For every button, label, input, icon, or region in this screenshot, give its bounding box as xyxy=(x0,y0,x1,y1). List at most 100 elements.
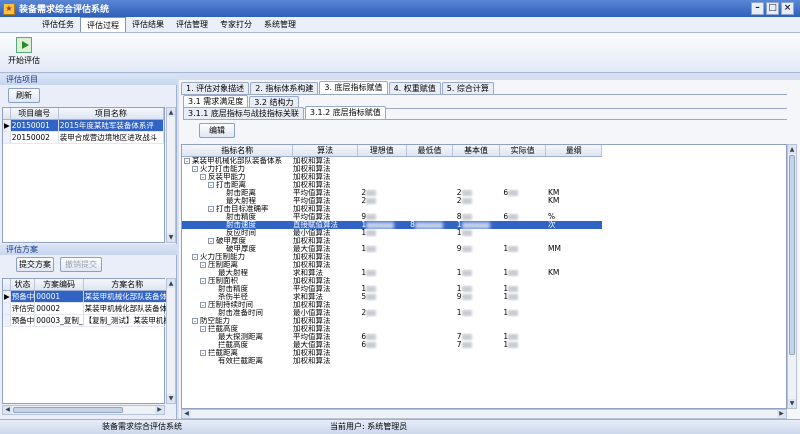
tree-row[interactable]: - 压制距离 加权和算法 xyxy=(182,261,602,269)
tree-row[interactable]: - 破甲厚度 加权和算法 xyxy=(182,237,602,245)
schemes-vscroll[interactable]: ▲ ▼ xyxy=(166,278,176,404)
index-name: 某装甲机械化部队装备体系 xyxy=(192,156,282,165)
col-unit: 量纲 xyxy=(545,145,602,157)
tree-vscroll[interactable]: ▲ ▼ xyxy=(787,144,797,409)
tree-row[interactable]: - 拦截高度 加权和算法 xyxy=(182,325,602,333)
tab-comprehensive-calc[interactable]: 5. 综合计算 xyxy=(441,82,494,94)
collapse-toggle-icon[interactable]: - xyxy=(184,158,190,165)
collapse-toggle-icon[interactable]: - xyxy=(200,278,206,285)
scroll-thumb[interactable] xyxy=(789,155,795,355)
scroll-right-icon[interactable]: ▶ xyxy=(155,406,164,414)
tree-row[interactable]: 射击距离 平均值算法 2 2 6 KM xyxy=(182,189,602,197)
tree-row[interactable]: - 火力压制能力 加权和算法 xyxy=(182,253,602,261)
scroll-right-icon[interactable]: ▶ xyxy=(777,410,786,418)
redacted-value-mark xyxy=(461,190,472,196)
collapse-toggle-icon[interactable]: - xyxy=(208,238,214,245)
algorithm-cell: 加权和算法 xyxy=(292,261,331,269)
tab-bottom-index-assign[interactable]: 3.1.2 底层指标赋值 xyxy=(304,106,386,119)
tree-row[interactable]: - 拦截距离 加权和算法 xyxy=(182,349,602,357)
scroll-up-icon[interactable]: ▲ xyxy=(167,108,175,117)
menu-eval-result[interactable]: 评估结果 xyxy=(126,17,170,32)
col-ideal-value: 理想值 xyxy=(357,145,407,157)
edit-button[interactable]: 编辑 xyxy=(199,123,235,138)
tree-row[interactable]: 射击精度 平均值算法 9 8 6% xyxy=(182,213,602,221)
menu-eval-manage[interactable]: 评估管理 xyxy=(170,17,214,32)
submit-scheme-button[interactable]: 提交方案 xyxy=(16,257,54,272)
collapse-toggle-icon[interactable]: - xyxy=(200,326,206,333)
menu-system-manage[interactable]: 系统管理 xyxy=(258,17,302,32)
tree-row[interactable]: - 压制面积 加权和算法 xyxy=(182,277,602,285)
scroll-down-icon[interactable]: ▼ xyxy=(167,233,175,242)
tree-row[interactable]: 拦截高度 最大值算法 6 7 1 xyxy=(182,341,602,349)
unit-cell: KM xyxy=(547,197,560,205)
tree-row[interactable]: 最大射程 平均值算法 2 2 KM xyxy=(182,197,602,205)
redacted-value-mark xyxy=(461,246,472,252)
menu-eval-process[interactable]: 评估过程 xyxy=(80,17,126,32)
scroll-up-icon[interactable]: ▲ xyxy=(167,279,175,288)
col-index-name: 指标名称 xyxy=(182,145,294,157)
menu-expert-score[interactable]: 专家打分 xyxy=(214,17,258,32)
tree-row[interactable]: - 打击目标准确率 加权和算法 xyxy=(182,205,602,213)
tab-weight-assign[interactable]: 4. 权重赋值 xyxy=(388,82,441,94)
tree-row[interactable]: 射击精度 平均值算法 1 1 1 xyxy=(182,285,602,293)
tree-row[interactable]: 射击准备时间 最小值算法 2 1 1 xyxy=(182,309,602,317)
collapse-toggle-icon[interactable]: - xyxy=(200,262,206,269)
minimize-button[interactable]: – xyxy=(751,2,764,15)
refresh-button[interactable]: 刷新 xyxy=(8,88,40,103)
unit-cell: MM xyxy=(547,245,561,253)
scheme-row[interactable]: 预备中 00003_复制_ 【复制_测试】某装甲机械 xyxy=(3,314,172,327)
tree-row[interactable]: 射击速度 直接赋值算法 1 8 1 次 xyxy=(182,221,602,229)
tree-row[interactable]: - 打击距离 加权和算法 xyxy=(182,181,602,189)
tree-row[interactable]: 最大射程 求和算法 1 1 1 KM xyxy=(182,269,602,277)
redacted-value-mark xyxy=(366,246,377,252)
window-title: 装备需求综合评估系统 xyxy=(19,5,110,15)
scroll-down-icon[interactable]: ▼ xyxy=(167,394,175,403)
scroll-left-icon[interactable]: ◀ xyxy=(182,410,191,418)
algorithm-cell: 加权和算法 xyxy=(292,325,331,333)
tab-link-tech-index[interactable]: 3.1.1 底层指标与战技指标关联 xyxy=(183,107,304,119)
tree-row[interactable]: - 某装甲机械化部队装备体系 加权和算法 xyxy=(182,157,602,166)
tab-object-desc[interactable]: 1. 评估对象描述 xyxy=(181,82,250,94)
tree-row[interactable]: 有效拦截距离 加权和算法 xyxy=(182,357,602,365)
close-button[interactable]: × xyxy=(781,2,794,15)
tab-index-build[interactable]: 2. 指标体系构建 xyxy=(250,82,319,94)
tree-row[interactable]: 破甲厚度 最大值算法 1 9 1 MM xyxy=(182,245,602,253)
scroll-thumb[interactable] xyxy=(13,407,123,413)
collapse-toggle-icon[interactable]: - xyxy=(200,174,206,181)
schemes-grid: 状态 方案编码 方案名称 ▶ 预备中 00001 某装甲机械化部队装备体 评估完… xyxy=(2,278,172,404)
scroll-left-icon[interactable]: ◀ xyxy=(3,406,12,414)
algorithm-cell: 最小值算法 xyxy=(292,229,331,237)
collapse-toggle-icon[interactable]: - xyxy=(200,302,206,309)
project-row[interactable]: 20150002 装甲合成营边境地区进攻战斗 xyxy=(3,131,165,144)
tree-row[interactable]: - 压制持续时间 加权和算法 xyxy=(182,301,602,309)
withdraw-submit-button[interactable]: 撤销提交 xyxy=(60,257,102,272)
scheme-row[interactable]: ▶ 预备中 00001 某装甲机械化部队装备体 xyxy=(3,290,172,303)
scroll-down-icon[interactable]: ▼ xyxy=(788,399,796,408)
projects-vscroll[interactable]: ▲ ▼ xyxy=(166,107,176,243)
schemes-hscroll[interactable]: ◀ ▶ xyxy=(2,405,165,415)
tree-row[interactable]: 杀伤半径 求和算法 5 9 1 xyxy=(182,293,602,301)
tree-row[interactable]: - 反装甲能力 加权和算法 xyxy=(182,173,602,181)
scroll-up-icon[interactable]: ▲ xyxy=(788,145,796,154)
collapse-toggle-icon[interactable]: - xyxy=(192,166,198,173)
unit-cell xyxy=(546,349,602,357)
collapse-toggle-icon[interactable]: - xyxy=(200,350,206,357)
redacted-value-mark xyxy=(508,270,519,276)
scheme-row[interactable]: 评估完 00002 某装甲机械化部队装备体 xyxy=(3,302,172,315)
tree-row[interactable]: 反应时间 最小值算法 1 1 xyxy=(182,229,602,237)
tree-row[interactable]: 最大探测距离 平均值算法 6 7 1 xyxy=(182,333,602,341)
tab-bottom-assign[interactable]: 3. 底层指标赋值 xyxy=(319,81,388,94)
tree-row[interactable]: - 火力打击能力 加权和算法 xyxy=(182,165,602,173)
collapse-toggle-icon[interactable]: - xyxy=(208,182,214,189)
col-scheme-code: 方案编码 xyxy=(34,279,84,291)
tree-hscroll[interactable]: ◀ ▶ xyxy=(181,409,787,419)
collapse-toggle-icon[interactable]: - xyxy=(208,206,214,213)
maximize-button[interactable]: □ xyxy=(766,2,779,15)
collapse-toggle-icon[interactable]: - xyxy=(192,318,198,325)
collapse-toggle-icon[interactable]: - xyxy=(192,254,198,261)
tree-row[interactable]: - 防空能力 加权和算法 xyxy=(182,317,602,325)
menu-eval-task[interactable]: 评估任务 xyxy=(36,17,80,32)
start-eval-button[interactable]: 开始评估 xyxy=(4,35,44,71)
project-row[interactable]: ▶ 20150001 2015年度某陆军装备体系评 xyxy=(3,119,165,132)
unit-cell xyxy=(546,309,602,317)
